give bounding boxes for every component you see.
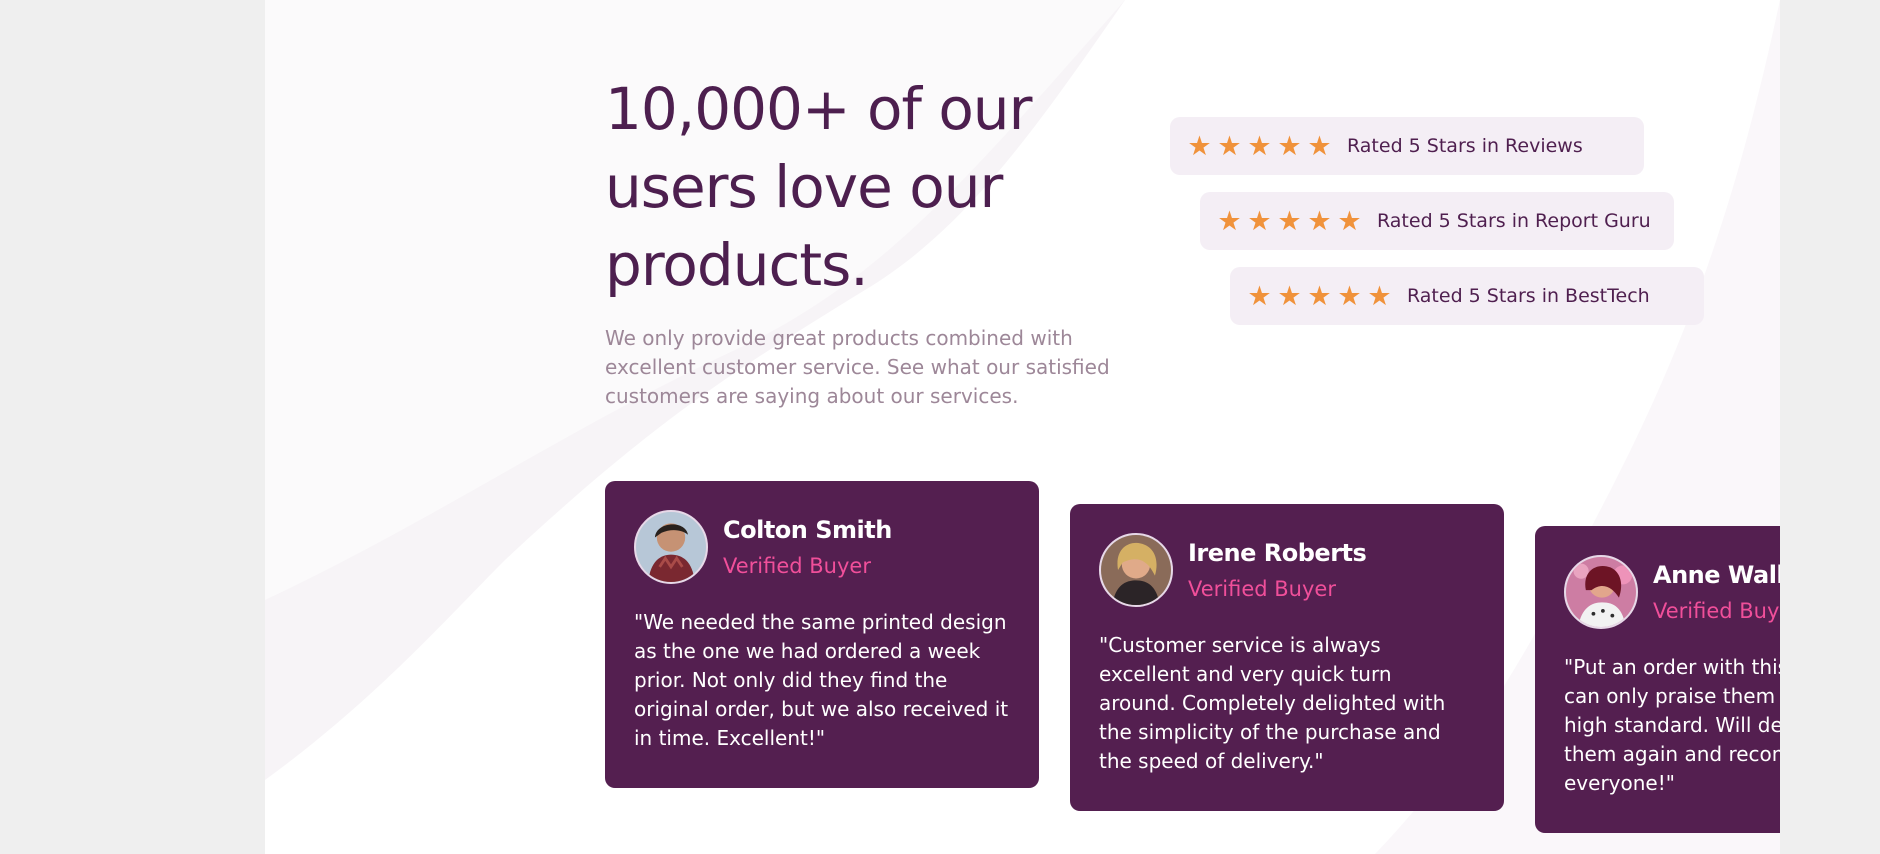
- testimonials-section: 10,000+ of our users love our products. …: [265, 0, 1780, 854]
- testimonial-person: Anne Wallace Verified Buyer: [1653, 560, 1780, 624]
- avatar: [1564, 555, 1638, 629]
- star-icon: ★: [1247, 130, 1272, 162]
- star-icon: ★: [1367, 280, 1392, 312]
- rating-stars: ★ ★ ★ ★ ★: [1216, 208, 1363, 235]
- rating-stars: ★ ★ ★ ★ ★: [1186, 133, 1333, 160]
- testimonial-header: Irene Roberts Verified Buyer: [1099, 533, 1475, 607]
- star-icon: ★: [1307, 205, 1332, 237]
- rating-badge-report-guru: ★ ★ ★ ★ ★ Rated 5 Stars in Report Guru: [1200, 192, 1674, 250]
- star-icon: ★: [1277, 205, 1302, 237]
- customer-name: Anne Wallace: [1653, 561, 1780, 589]
- customer-name: Colton Smith: [723, 516, 892, 544]
- star-icon: ★: [1337, 205, 1362, 237]
- testimonial-card-colton-smith: Colton Smith Verified Buyer "We needed t…: [605, 481, 1039, 788]
- rating-badge-besttech: ★ ★ ★ ★ ★ Rated 5 Stars in BestTech: [1230, 267, 1704, 325]
- star-icon: ★: [1277, 280, 1302, 312]
- testimonial-quote: "Put an order with this company and can …: [1564, 655, 1780, 795]
- person-avatar-image: [1101, 535, 1171, 605]
- star-icon: ★: [1247, 205, 1272, 237]
- verified-buyer-badge: Verified Buyer: [1188, 577, 1336, 601]
- rating-badge-reviews: ★ ★ ★ ★ ★ Rated 5 Stars in Reviews: [1170, 117, 1644, 175]
- testimonial-header: Anne Wallace Verified Buyer: [1564, 555, 1780, 629]
- person-avatar-image: [636, 512, 706, 582]
- avatar: [634, 510, 708, 584]
- star-icon: ★: [1247, 280, 1272, 312]
- rating-label: Rated 5 Stars in Report Guru: [1377, 210, 1651, 232]
- testimonial-card-irene-roberts: Irene Roberts Verified Buyer "Customer s…: [1070, 504, 1504, 811]
- avatar: [1099, 533, 1173, 607]
- rating-stars: ★ ★ ★ ★ ★: [1246, 283, 1393, 310]
- testimonial-header: Colton Smith Verified Buyer: [634, 510, 1010, 584]
- rating-label: Rated 5 Stars in Reviews: [1347, 135, 1583, 157]
- testimonial-quote: "Customer service is always excellent an…: [1099, 633, 1446, 773]
- verified-buyer-badge: Verified Buyer: [723, 554, 871, 578]
- hero-copy: 10,000+ of our users love our products. …: [605, 70, 1165, 411]
- testimonial-card-anne-wallace: Anne Wallace Verified Buyer "Put an orde…: [1535, 526, 1780, 833]
- hero-subtext: We only provide great products combined …: [605, 326, 1110, 408]
- person-avatar-image: [1566, 557, 1636, 627]
- star-icon: ★: [1337, 280, 1362, 312]
- rating-label: Rated 5 Stars in BestTech: [1407, 285, 1650, 307]
- testimonial-person: Colton Smith Verified Buyer: [723, 515, 892, 579]
- verified-buyer-badge: Verified Buyer: [1653, 599, 1780, 623]
- star-icon: ★: [1307, 130, 1332, 162]
- star-icon: ★: [1307, 280, 1332, 312]
- star-icon: ★: [1217, 205, 1242, 237]
- testimonial-person: Irene Roberts Verified Buyer: [1188, 538, 1367, 602]
- testimonial-quote: "We needed the same printed design as th…: [634, 610, 1009, 750]
- customer-name: Irene Roberts: [1188, 539, 1367, 567]
- star-icon: ★: [1277, 130, 1302, 162]
- page-title: 10,000+ of our users love our products.: [605, 75, 1032, 299]
- star-icon: ★: [1187, 130, 1212, 162]
- star-icon: ★: [1217, 130, 1242, 162]
